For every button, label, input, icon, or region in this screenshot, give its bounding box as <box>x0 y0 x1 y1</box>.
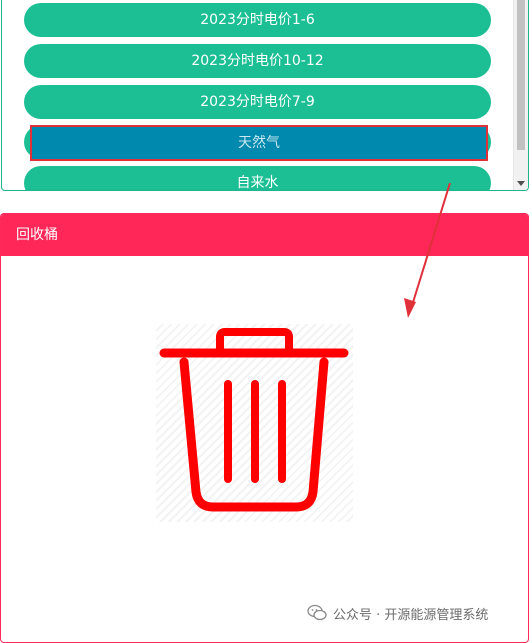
recycle-bin-title: 回收桶 <box>1 214 528 256</box>
list-item[interactable]: 自来水 <box>24 166 491 190</box>
list-item[interactable]: 2023分时电价7-9 <box>24 85 491 119</box>
trash-can-icon[interactable] <box>156 324 353 522</box>
list-item[interactable]: 2023分时电价1-6 <box>24 3 491 37</box>
scroll-down-icon[interactable] <box>517 181 525 186</box>
category-list-panel: 2023分时电价1-6 2023分时电价10-12 2023分时电价7-9 天然… <box>1 0 529 191</box>
dragging-list-item[interactable]: 天然气 <box>30 125 488 161</box>
list-item[interactable]: 2023分时电价10-12 <box>24 44 491 78</box>
recycle-bin-panel[interactable]: 回收桶 <box>0 213 529 643</box>
list-scrollbar[interactable] <box>513 0 528 190</box>
watermark-text: 公众号 · 开源能源管理系统 <box>333 607 489 623</box>
wechat-icon <box>307 604 327 621</box>
watermark: 公众号 · 开源能源管理系统 <box>307 603 488 623</box>
scrollbar-thumb[interactable] <box>517 0 525 150</box>
trash-can-graphic <box>159 328 349 512</box>
